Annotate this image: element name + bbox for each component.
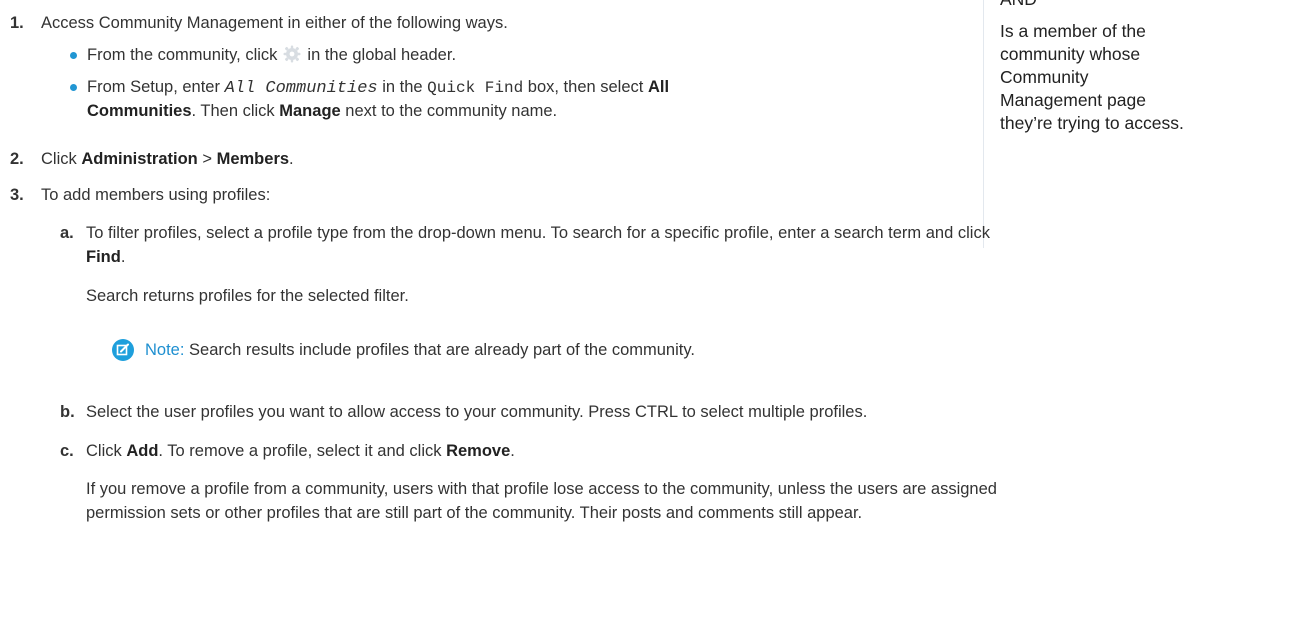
step-3-text: To add members using profiles:	[41, 186, 271, 204]
step-3b-text: Select the user profiles you want to all…	[86, 403, 868, 421]
step-1-bullet-2-line-2: Communities. Then click Manage next to t…	[87, 102, 558, 120]
step-3c-paragraph-line-1: If you remove a profile from a community…	[86, 480, 997, 498]
step-3c-number: c.	[60, 442, 74, 460]
code-quick-find: Quick Find	[427, 79, 524, 97]
code-all-communities: All Communities	[224, 79, 378, 98]
gear-icon	[283, 45, 301, 69]
step-3-number: 3.	[10, 186, 24, 204]
bullet	[70, 52, 77, 59]
step-3a-line-1: To filter profiles, select a profile typ…	[86, 224, 990, 242]
step-3a-number: a.	[60, 224, 74, 242]
step-1-bullet-2-line-1: From Setup, enter All Communities in the…	[87, 78, 670, 98]
note-icon	[112, 339, 134, 361]
sidebar-line: community whose	[1000, 44, 1141, 64]
step-1-bullet-1: From the community, click in the global …	[87, 44, 456, 69]
sidebar-line: Community	[1000, 67, 1089, 87]
step-2-text: Click Administration > Members.	[41, 150, 294, 168]
step-3b-number: b.	[60, 403, 75, 421]
step-3c-text: Click Add. To remove a profile, select i…	[86, 442, 515, 460]
sidebar-divider	[983, 0, 984, 248]
note-label: Note:	[145, 341, 185, 359]
sidebar-and-label: AND	[1000, 0, 1037, 11]
sidebar-line: Management page	[1000, 90, 1146, 110]
step-3a-line-2: Find.	[86, 248, 126, 266]
sidebar-line: Is a member of the	[1000, 21, 1146, 41]
step-3c-paragraph-line-2: permission sets or other profiles that a…	[86, 504, 863, 522]
bullet	[70, 84, 77, 91]
step-3a-subtext: Search returns profiles for the selected…	[86, 287, 409, 305]
note-text: Note: Search results include profiles th…	[145, 341, 695, 359]
step-1-number: 1.	[10, 14, 24, 32]
document: AND Is a member of the community whose C…	[0, 0, 1291, 641]
step-2-number: 2.	[10, 150, 24, 168]
sidebar-line: they’re trying to access.	[1000, 113, 1184, 133]
step-1-text: Access Community Management in either of…	[41, 14, 508, 32]
